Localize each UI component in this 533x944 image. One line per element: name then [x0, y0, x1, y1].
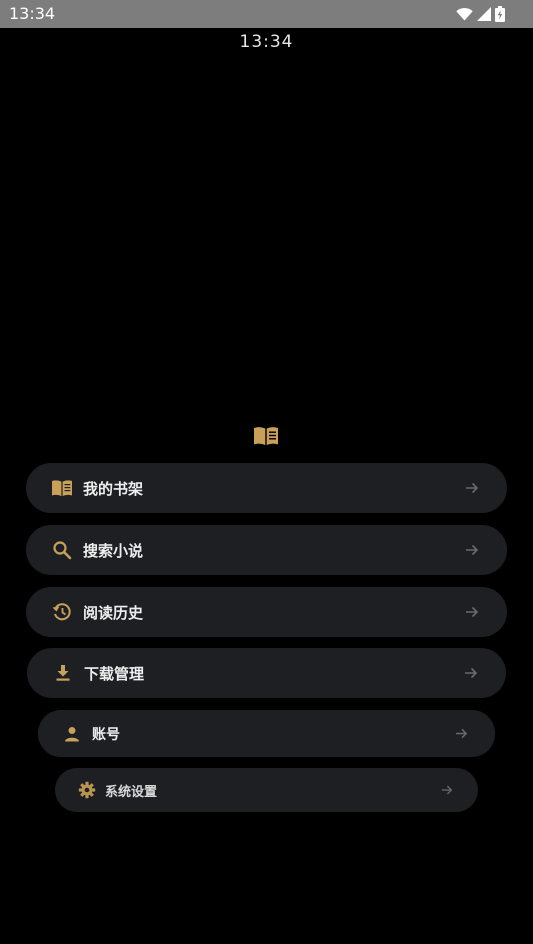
menu-item-label: 搜索小说 — [83, 541, 144, 560]
menu-item-account[interactable]: 账号 — [38, 710, 495, 757]
arrow-right-icon — [465, 543, 479, 557]
search-icon — [51, 539, 73, 561]
history-icon — [51, 601, 73, 623]
gear-icon — [77, 780, 97, 800]
menu-item-bookshelf[interactable]: 我的书架 — [26, 463, 507, 513]
book-icon — [51, 477, 73, 499]
menu-item-label: 阅读历史 — [83, 603, 144, 622]
menu-item-label: 下载管理 — [84, 664, 145, 683]
arrow-right-icon — [465, 605, 479, 619]
menu-item-label: 系统设置 — [105, 784, 158, 800]
person-icon — [62, 724, 82, 744]
arrow-right-icon — [464, 666, 478, 680]
menu-item-downloads[interactable]: 下载管理 — [27, 648, 506, 698]
arrow-right-icon — [455, 727, 468, 740]
download-icon — [52, 662, 74, 684]
arrow-right-icon — [465, 481, 479, 495]
menu-item-history[interactable]: 阅读历史 — [26, 587, 507, 637]
menu-item-settings[interactable]: 系统设置 — [55, 768, 478, 812]
menu-item-label: 账号 — [92, 726, 120, 743]
arrow-right-icon — [441, 784, 453, 796]
menu-item-label: 我的书架 — [83, 479, 144, 498]
menu-item-search[interactable]: 搜索小说 — [26, 525, 507, 575]
main-menu: 我的书架 搜索小说 阅读历史 下载管理 账号 系统设置 — [0, 0, 533, 944]
